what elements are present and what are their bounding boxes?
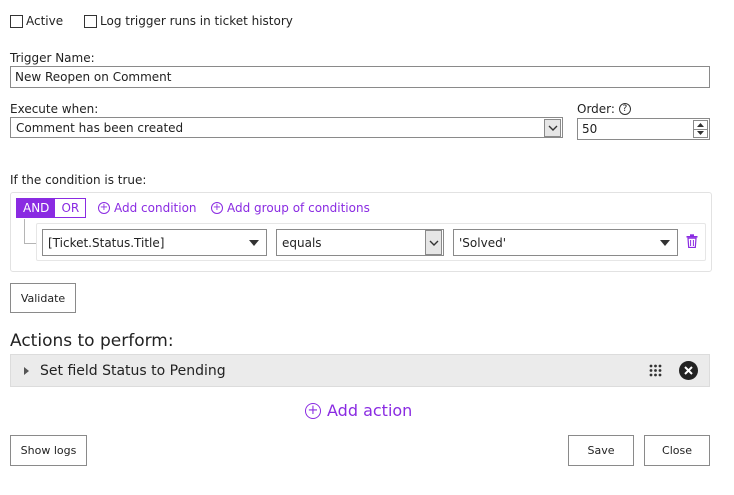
- save-button[interactable]: Save: [568, 435, 634, 466]
- trigger-name-value: New Reopen on Comment: [15, 70, 172, 84]
- log-trigger-runs-checkbox[interactable]: [84, 14, 97, 28]
- condition-label: If the condition is true:: [10, 173, 147, 187]
- condition-operator-select[interactable]: equals: [276, 229, 444, 256]
- execute-when-select[interactable]: Comment has been created: [10, 117, 563, 138]
- condition-value-value: 'Solved': [459, 235, 506, 250]
- add-condition-label: Add condition: [114, 201, 197, 215]
- add-action-label: Add action: [327, 401, 413, 420]
- add-group-link[interactable]: + Add group of conditions: [211, 201, 370, 215]
- order-label-row: Order: ?: [577, 102, 631, 116]
- drag-handle-icon[interactable]: [649, 364, 662, 377]
- order-label: Order:: [577, 102, 615, 116]
- action-item-label: Set field Status to Pending: [40, 363, 226, 379]
- actions-heading: Actions to perform:: [10, 331, 174, 351]
- tree-connector: [24, 219, 36, 244]
- log-checkbox-row[interactable]: Log trigger runs in ticket history: [84, 14, 293, 28]
- active-label: Active: [26, 14, 64, 28]
- chevron-down-icon[interactable]: [544, 118, 561, 137]
- and-or-toggle[interactable]: AND OR: [16, 198, 87, 218]
- add-condition-link[interactable]: + Add condition: [98, 201, 197, 215]
- add-circle-icon: +: [98, 202, 110, 214]
- trash-icon[interactable]: [686, 234, 698, 251]
- active-checkbox[interactable]: [10, 14, 23, 28]
- order-value: 50: [582, 122, 598, 136]
- or-button[interactable]: OR: [55, 199, 86, 217]
- condition-value-select[interactable]: 'Solved': [453, 229, 678, 256]
- caret-down-icon: [249, 239, 259, 246]
- validate-button[interactable]: Validate: [10, 283, 76, 313]
- close-button[interactable]: Close: [644, 435, 710, 466]
- add-circle-icon: +: [211, 202, 223, 214]
- condition-operator-value: equals: [282, 235, 322, 250]
- add-circle-icon: +: [305, 402, 321, 419]
- add-action-link[interactable]: + Add action: [305, 401, 412, 420]
- show-logs-button[interactable]: Show logs: [10, 435, 87, 466]
- trigger-name-label: Trigger Name:: [10, 51, 95, 65]
- remove-action-icon[interactable]: [679, 361, 698, 380]
- help-icon[interactable]: ?: [618, 103, 631, 115]
- action-item[interactable]: Set field Status to Pending: [10, 354, 710, 387]
- condition-field-value: [Ticket.Status.Title]: [48, 235, 165, 250]
- caret-down-icon: [660, 239, 670, 246]
- spinner-icon[interactable]: [693, 120, 708, 138]
- trigger-name-input[interactable]: New Reopen on Comment: [10, 66, 710, 88]
- execute-when-label: Execute when:: [10, 102, 99, 116]
- execute-when-value: Comment has been created: [16, 120, 184, 135]
- active-checkbox-row[interactable]: Active: [10, 14, 63, 28]
- log-trigger-runs-label: Log trigger runs in ticket history: [100, 14, 293, 28]
- condition-field-select[interactable]: [Ticket.Status.Title]: [42, 229, 267, 256]
- expand-caret-icon[interactable]: [24, 367, 29, 375]
- order-stepper[interactable]: 50: [577, 118, 710, 140]
- chevron-down-icon[interactable]: [425, 230, 442, 255]
- add-group-label: Add group of conditions: [227, 201, 370, 215]
- and-button[interactable]: AND: [17, 199, 56, 217]
